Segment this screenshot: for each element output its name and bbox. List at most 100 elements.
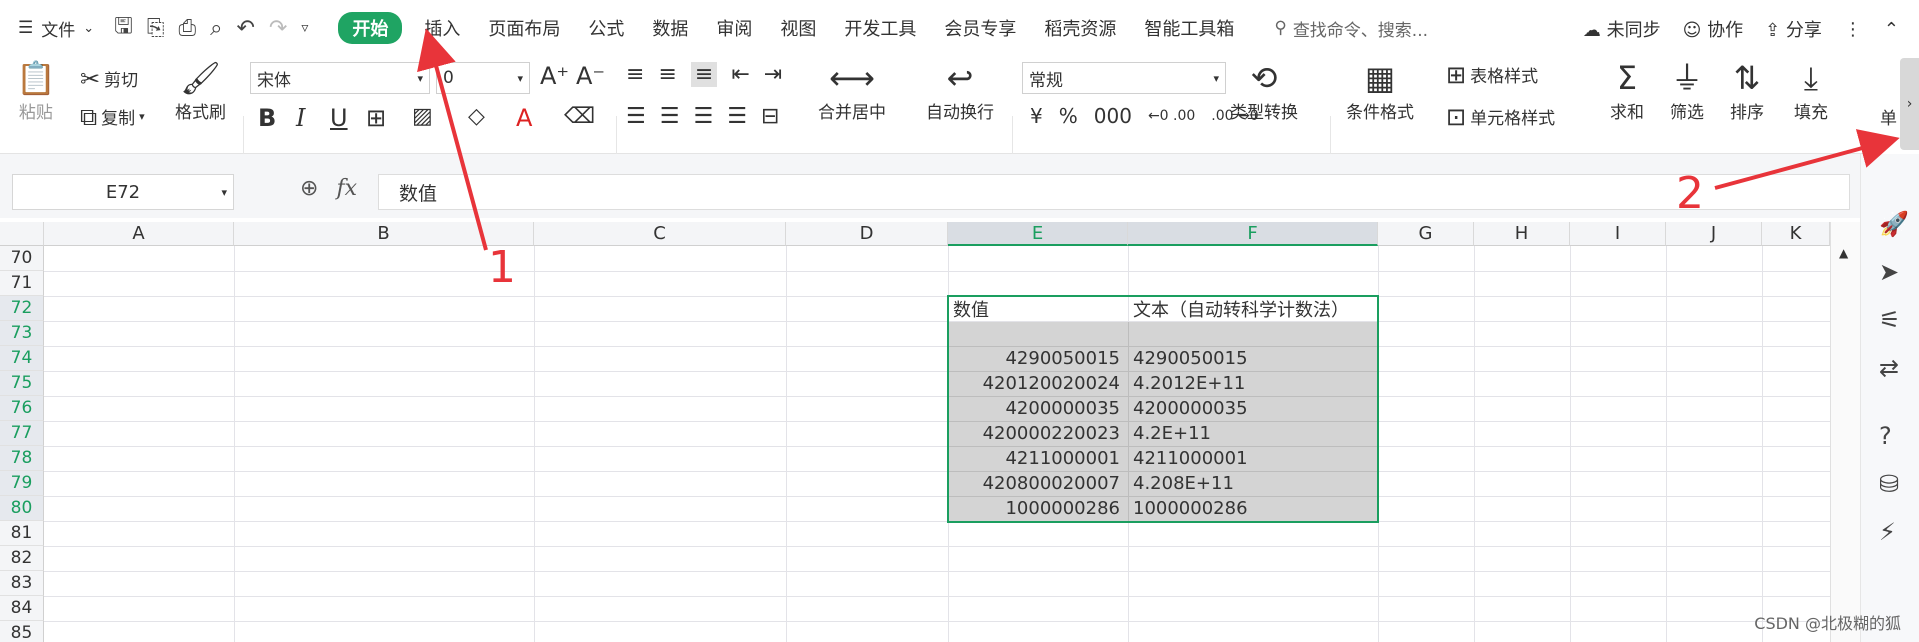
- tab-member[interactable]: 会员专享: [944, 15, 1016, 41]
- thousands-icon[interactable]: 000: [1094, 104, 1132, 128]
- conditional-format-button[interactable]: ▦ 条件格式: [1346, 62, 1414, 123]
- percent-icon[interactable]: %: [1059, 104, 1078, 128]
- fill-color-icon[interactable]: ◇: [468, 104, 485, 129]
- command-search[interactable]: ⚲ 查找命令、搜索...: [1274, 16, 1428, 41]
- font-size-select[interactable]: 0 ▾: [436, 62, 530, 94]
- align-left-icon[interactable]: ☰: [626, 104, 646, 129]
- column-header-h[interactable]: H: [1474, 222, 1570, 246]
- undo-icon[interactable]: ↶: [236, 16, 254, 41]
- border-icon[interactable]: ⊞: [366, 104, 386, 132]
- decrease-font-icon[interactable]: A⁻: [576, 62, 605, 90]
- row-header[interactable]: 73: [0, 321, 44, 346]
- tab-data[interactable]: 数据: [652, 15, 688, 41]
- table-style-button[interactable]: ⊞ 表格样式: [1446, 62, 1538, 88]
- sync-status[interactable]: ☁ 未同步: [1583, 16, 1661, 42]
- collab-button[interactable]: ☺ 协作: [1683, 16, 1744, 42]
- row-header[interactable]: 80: [0, 496, 44, 521]
- row-header[interactable]: 79: [0, 471, 44, 496]
- column-header-g[interactable]: G: [1378, 222, 1474, 246]
- zoom-icon[interactable]: ⊕: [300, 176, 318, 201]
- cell-style-button[interactable]: ⊡ 单元格样式: [1446, 104, 1555, 130]
- increase-font-icon[interactable]: A⁺: [540, 62, 569, 90]
- row-header[interactable]: 75: [0, 371, 44, 396]
- align-right-icon[interactable]: ☰: [693, 104, 713, 129]
- fx-icon[interactable]: fx: [336, 176, 357, 201]
- export-icon[interactable]: ⎘: [147, 16, 165, 41]
- row-header[interactable]: 77: [0, 421, 44, 446]
- column-header-a[interactable]: A: [44, 222, 234, 246]
- row-header[interactable]: 84: [0, 596, 44, 621]
- rocket-icon[interactable]: 🚀: [1879, 210, 1909, 238]
- share-button[interactable]: ⇪ 分享: [1765, 16, 1822, 42]
- justify-icon[interactable]: ☰: [727, 104, 747, 129]
- backup-icon[interactable]: ⛁: [1879, 470, 1899, 498]
- fill-button[interactable]: ⤓ 填充: [1794, 62, 1828, 123]
- tab-insert[interactable]: 插入: [424, 15, 460, 41]
- light-icon[interactable]: ⚡: [1879, 518, 1896, 546]
- font-name-select[interactable]: 宋体 ▾: [250, 62, 430, 94]
- print-icon[interactable]: ⎙: [179, 16, 197, 41]
- customize-icon[interactable]: ▿: [301, 20, 308, 36]
- cut-button[interactable]: ✂ 剪切: [80, 66, 138, 92]
- select-all-corner[interactable]: [0, 222, 44, 246]
- decimal-increase-icon[interactable]: ←0 .00: [1148, 108, 1195, 124]
- row-header[interactable]: 78: [0, 446, 44, 471]
- save-icon[interactable]: 🖫: [114, 9, 133, 47]
- tab-formulas[interactable]: 公式: [588, 15, 624, 41]
- column-header-c[interactable]: C: [534, 222, 786, 246]
- align-center-icon[interactable]: ☰: [660, 104, 680, 129]
- row-header[interactable]: 83: [0, 571, 44, 596]
- indent-decrease-icon[interactable]: ⇤: [731, 62, 749, 87]
- align-middle-icon[interactable]: ≡: [658, 62, 676, 87]
- filter-button[interactable]: ⏚ 筛选: [1670, 62, 1704, 123]
- cursor-icon[interactable]: ➤: [1879, 258, 1899, 286]
- collapse-ribbon-icon[interactable]: ⌃: [1884, 19, 1899, 40]
- sum-button[interactable]: Σ 求和: [1610, 62, 1644, 123]
- highlight-icon[interactable]: ▨: [412, 104, 433, 129]
- wrap-text-button[interactable]: ↩ 自动换行: [926, 62, 994, 123]
- redo-icon[interactable]: ↷: [269, 16, 287, 41]
- tab-review[interactable]: 审阅: [716, 15, 752, 41]
- row-header[interactable]: 72: [0, 296, 44, 321]
- sliders-icon[interactable]: ⚟: [1879, 306, 1901, 334]
- column-header-j[interactable]: J: [1666, 222, 1762, 246]
- row-header[interactable]: 70: [0, 246, 44, 271]
- merge-center-button[interactable]: ⟷ 合并居中: [818, 62, 886, 123]
- bold-icon[interactable]: B: [258, 104, 276, 132]
- sort-button[interactable]: ⇅ 排序: [1730, 62, 1764, 123]
- formula-input[interactable]: 数值: [378, 174, 1850, 210]
- row-header[interactable]: 71: [0, 271, 44, 296]
- align-bottom-icon[interactable]: ≡: [690, 62, 718, 87]
- align-top-icon[interactable]: ≡: [626, 62, 644, 87]
- tab-docer[interactable]: 稻壳资源: [1044, 15, 1116, 41]
- column-header-k[interactable]: K: [1762, 222, 1830, 246]
- row-header[interactable]: 82: [0, 546, 44, 571]
- type-convert-button[interactable]: ⟲ 类型转换: [1230, 62, 1298, 123]
- number-format-select[interactable]: 常规 ▾: [1022, 62, 1226, 94]
- indent-increase-icon[interactable]: ⇥: [764, 62, 782, 87]
- distribute-icon[interactable]: ⊟: [761, 104, 779, 129]
- tab-developer[interactable]: 开发工具: [844, 15, 916, 41]
- row-header[interactable]: 74: [0, 346, 44, 371]
- tab-start[interactable]: 开始: [338, 12, 403, 44]
- row-header[interactable]: 76: [0, 396, 44, 421]
- underline-icon[interactable]: U: [330, 104, 348, 132]
- transform-icon[interactable]: ⇄: [1879, 354, 1899, 382]
- column-header-i[interactable]: I: [1570, 222, 1666, 246]
- italic-icon[interactable]: I: [296, 104, 305, 132]
- column-header-e[interactable]: E: [948, 222, 1128, 246]
- name-box[interactable]: E72 ▾: [12, 174, 234, 210]
- font-color-icon[interactable]: A: [516, 104, 532, 132]
- row-header[interactable]: 81: [0, 521, 44, 546]
- vertical-scrollbar[interactable]: ▲: [1830, 222, 1860, 642]
- currency-icon[interactable]: ¥: [1030, 104, 1043, 128]
- column-header-f[interactable]: F: [1128, 222, 1378, 246]
- clear-format-icon[interactable]: ⌫: [564, 104, 595, 129]
- format-painter-button[interactable]: 🖌 格式刷: [175, 62, 226, 123]
- single-button[interactable]: 单: [1880, 104, 1897, 129]
- print-preview-icon[interactable]: ⌕: [210, 16, 222, 41]
- tab-page-layout[interactable]: 页面布局: [488, 15, 560, 41]
- row-header[interactable]: 85: [0, 621, 44, 642]
- help-icon[interactable]: ?: [1879, 422, 1892, 450]
- more-icon[interactable]: ⋮: [1844, 19, 1862, 40]
